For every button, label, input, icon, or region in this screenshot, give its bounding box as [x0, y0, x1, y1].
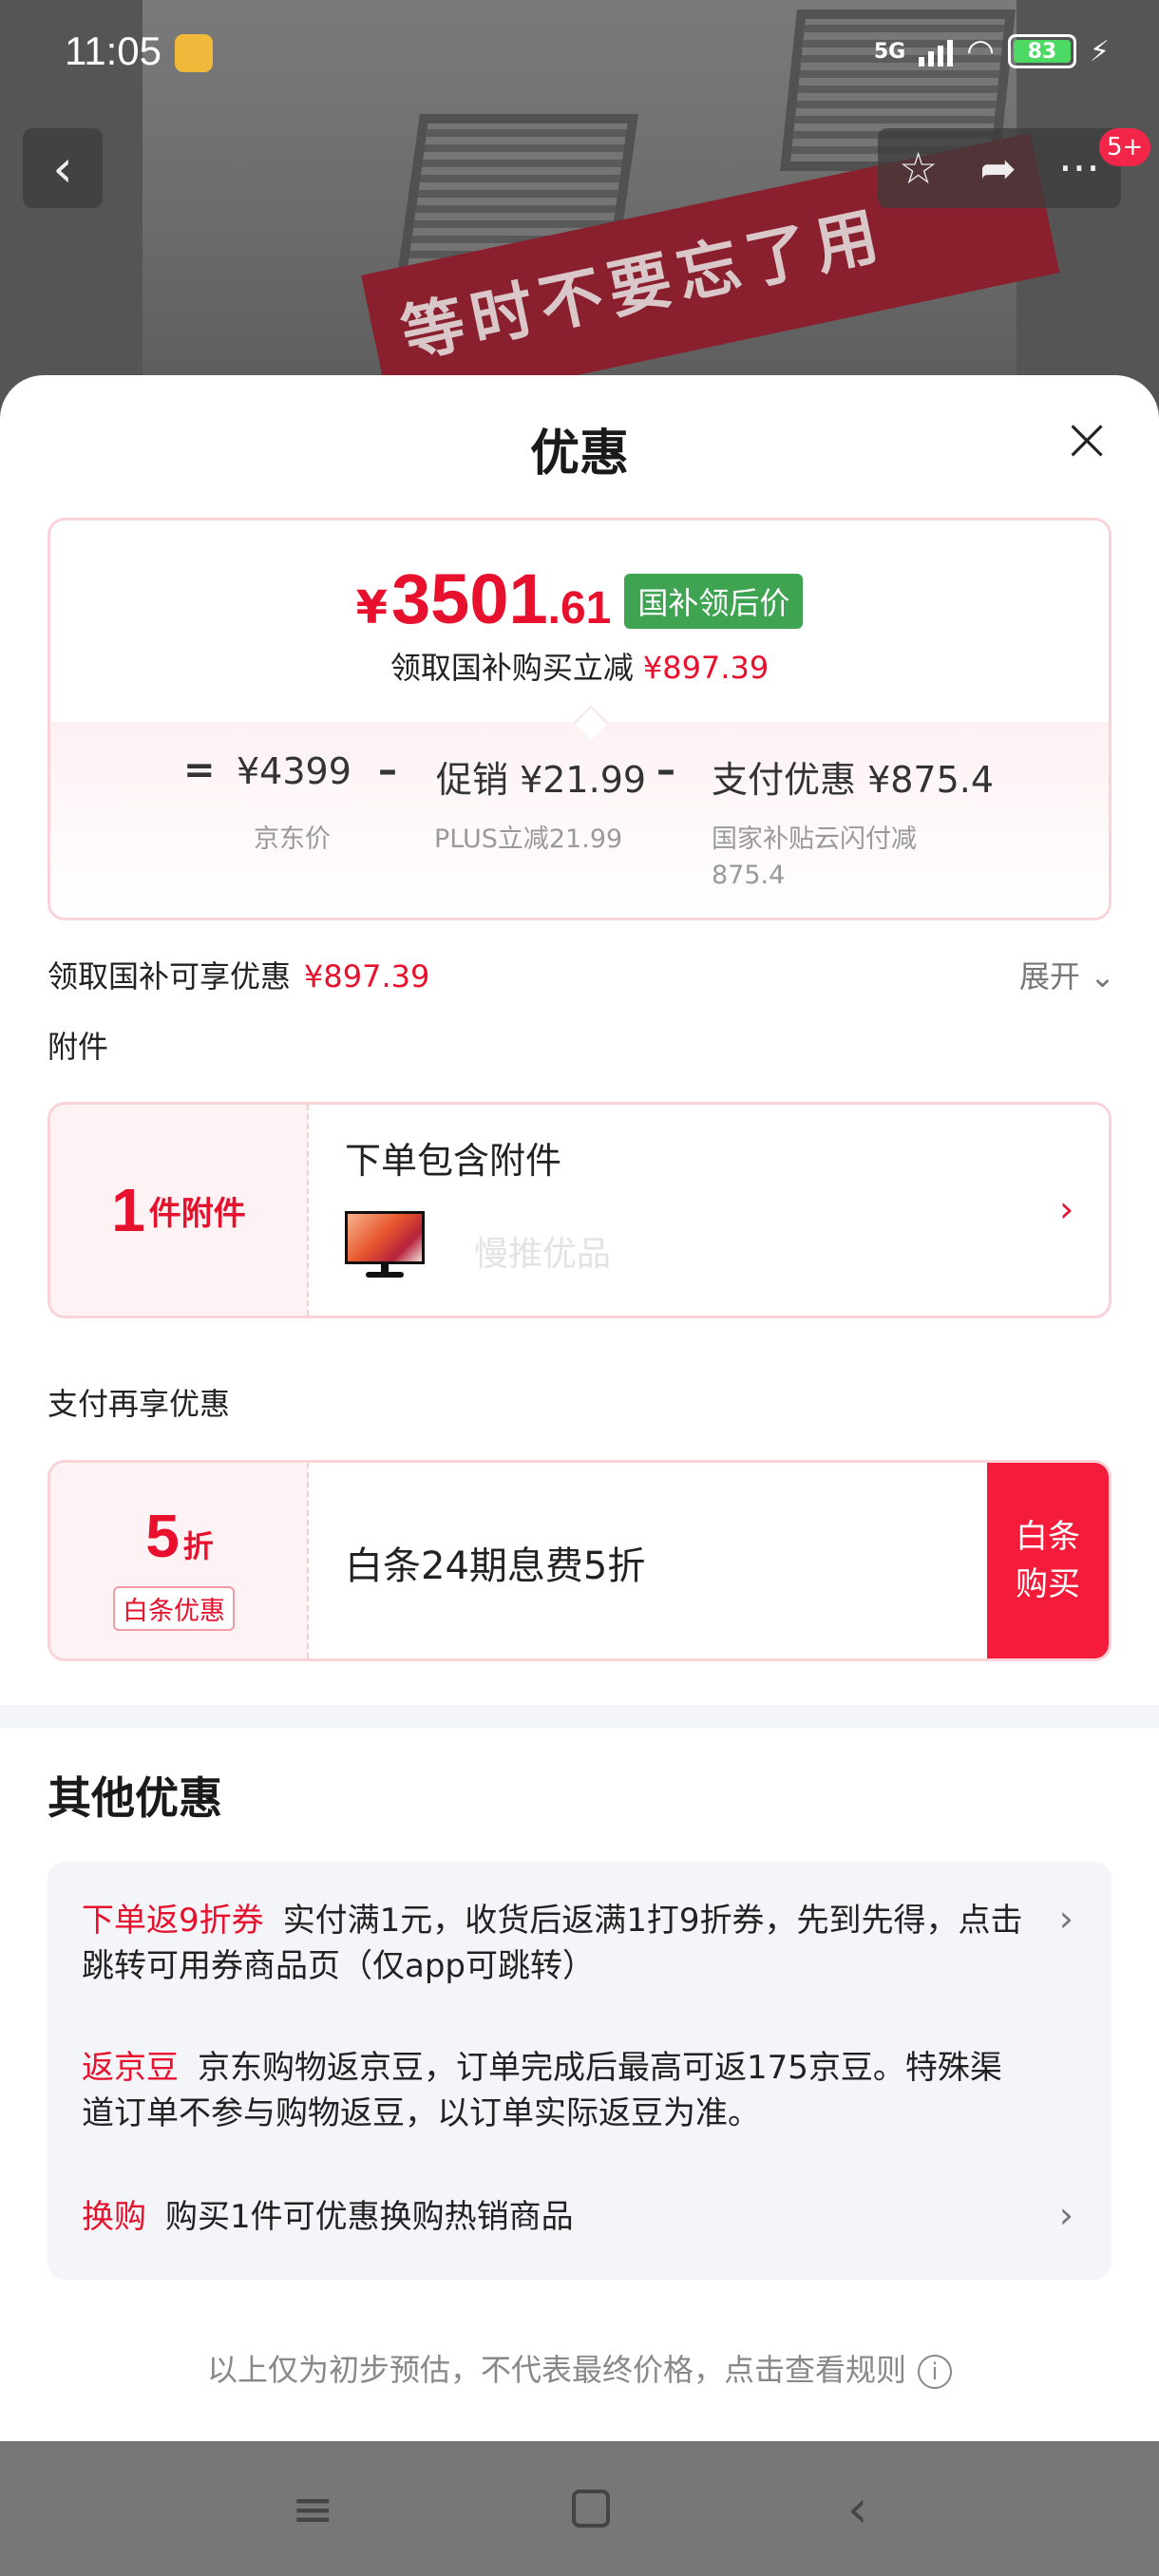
wifi-icon: ◠ [966, 32, 995, 70]
minus-sign: – [378, 748, 397, 792]
minus-sign: – [656, 748, 675, 792]
accessory-card[interactable]: 1 件附件 下单包含附件 慢推优品 › [48, 1102, 1112, 1318]
discount-sheet: 优惠 × ¥ 3501 .61 国补领后价 领取国补购买立减 ¥897.39 = … [0, 375, 1159, 2441]
final-price: ¥ 3501 .61 国补领后价 [50, 559, 1109, 639]
star-icon[interactable]: ☆ [899, 142, 938, 194]
promo-label: PLUS立减21.99 [434, 824, 623, 854]
share-icon[interactable]: ➦ [979, 142, 1016, 194]
chevron-left-icon: ‹ [52, 138, 73, 199]
price-decimal: .61 [547, 583, 612, 634]
list-item[interactable]: 换购 购买1件可优惠换购热销商品 [82, 2194, 1032, 2240]
network-label: 5G [873, 39, 906, 64]
back-button[interactable]: ‹ [23, 128, 103, 208]
other-discounts-list: 下单返9折券 实付满1元，收货后返满1打9折券，先到先得，点击跳转可用券商品页（仅… [48, 1862, 1112, 2280]
accessory-count: 1 件附件 [50, 1105, 309, 1316]
baitiao-buy-button[interactable]: 白条购买 [987, 1463, 1109, 1658]
expand-button[interactable]: 展开 ⌄ [1019, 953, 1115, 996]
more-icon[interactable]: ··· [1058, 142, 1100, 194]
other-discounts-title: 其他优惠 [48, 1772, 222, 1824]
list-item: 返京豆 京东购物返京豆，订单完成后最高可返175京豆。特殊渠道订单不参与购物返豆，… [82, 2049, 1002, 2132]
price-tag: 国补领后价 [624, 574, 804, 629]
accessory-name: 慢推优品 [474, 1235, 612, 1274]
section-divider [0, 1705, 1159, 1728]
monitor-thumbnail [345, 1211, 425, 1279]
price-card: ¥ 3501 .61 国补领后价 领取国补购买立减 ¥897.39 = ¥4399… [48, 518, 1112, 920]
price-integer: 3501 [391, 559, 548, 638]
status-indicators: 5G ◠ 83 ⚡ [874, 32, 1110, 70]
charging-icon: ⚡ [1089, 34, 1110, 68]
top-action-group: ☆ ➦ ··· [878, 128, 1121, 208]
status-time: 11:05 [65, 28, 162, 73]
back-nav-icon[interactable]: ‹ [847, 2479, 868, 2539]
chevron-right-icon: › [1058, 1898, 1074, 1940]
accessory-section-title: 附件 [48, 1029, 109, 1065]
payment-card: 5折 白条优惠 白条24期息费5折 白条购买 [48, 1460, 1112, 1661]
payment-discount-value: 支付优惠 ¥875.4 [712, 759, 995, 801]
sheet-title: 优惠 [529, 426, 629, 483]
chevron-right-icon: › [1058, 2194, 1074, 2236]
status-bar: 11:05 5G ◠ 83 ⚡ [0, 0, 1159, 109]
chevron-right-icon: › [1059, 1188, 1074, 1230]
signal-icon [919, 36, 954, 66]
promo-value: 促销 ¥21.99 [436, 759, 647, 801]
notification-badge: 5+ [1099, 128, 1151, 166]
info-icon: i [918, 2355, 952, 2389]
list-item[interactable]: 下单返9折券 实付满1元，收货后返满1打9折券，先到先得，点击跳转可用券商品页（仅… [82, 1898, 1032, 1989]
equals-sign: = [183, 748, 216, 792]
home-icon[interactable] [571, 2490, 610, 2528]
battery-icon: 83 [1007, 34, 1076, 68]
discount-summary: 领取国补可享优惠 ¥897.39 [48, 953, 429, 996]
jd-price-value: ¥4399 [237, 750, 352, 792]
payment-section-title: 支付再享优惠 [48, 1386, 231, 1422]
price-breakdown: = ¥4399 京东价 – 促销 ¥21.99 PLUS立减21.99 – 支付… [50, 722, 1109, 918]
payment-discount-label: 国家补贴云闪付减 875.4 [712, 824, 917, 890]
accessory-title: 下单包含附件 [345, 1140, 562, 1182]
app-notification-icon [175, 34, 213, 72]
payment-tag: 白条优惠 [113, 1586, 235, 1631]
battery-level: 83 [1013, 40, 1071, 64]
system-nav-bar: ≡ ‹ [0, 2441, 1159, 2576]
rules-footnote[interactable]: 以上仅为初步预估，不代表最终价格，点击查看规则 i [0, 2346, 1159, 2390]
price-sub-label: 领取国补购买立减 [390, 650, 634, 686]
payment-discount: 5折 白条优惠 [50, 1463, 309, 1658]
price-sub-amount: ¥897.39 [642, 650, 770, 686]
menu-icon[interactable]: ≡ [292, 2479, 334, 2539]
discount-amount: ¥897.39 [304, 958, 430, 994]
price-sub: 领取国补购买立减 ¥897.39 [50, 644, 1109, 688]
discount-label: 领取国补可享优惠 [48, 958, 292, 994]
currency-symbol: ¥ [355, 581, 389, 635]
jd-price-label: 京东价 [254, 824, 331, 854]
payment-text: 白条24期息费5折 [345, 1544, 646, 1588]
close-icon[interactable]: × [1056, 409, 1117, 472]
